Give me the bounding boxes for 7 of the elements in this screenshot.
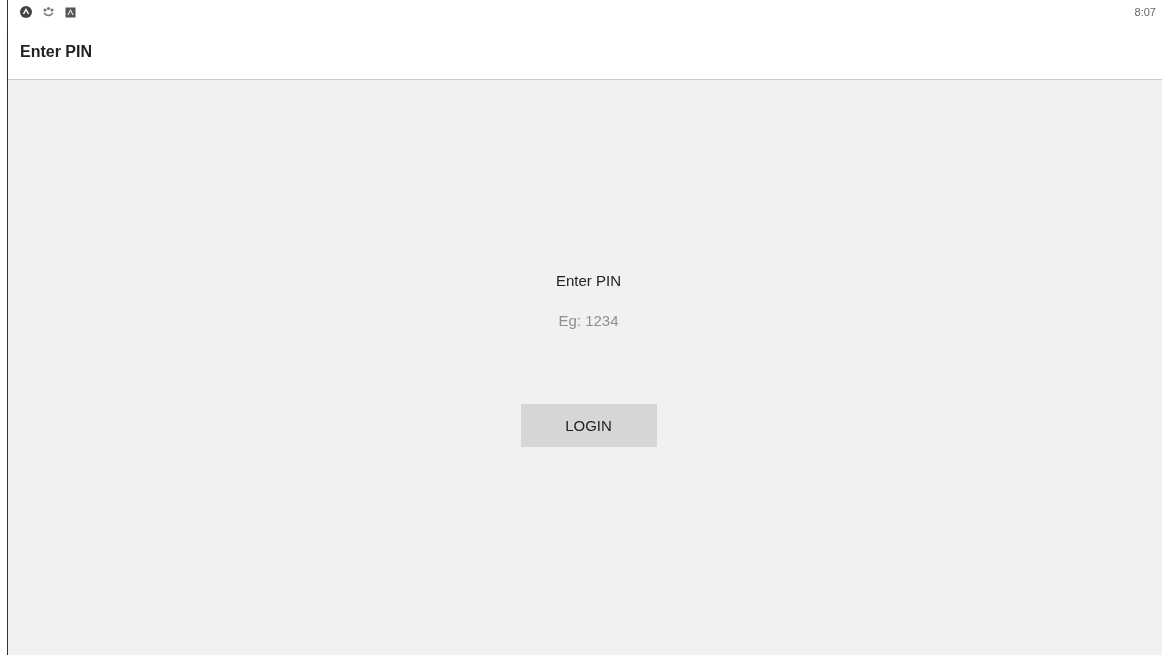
clock-time: 8:07	[1134, 6, 1156, 18]
circle-caret-icon	[20, 6, 32, 18]
login-button[interactable]: LOGIN	[520, 404, 657, 447]
pin-field[interactable]: Eg: 1234	[518, 311, 659, 331]
pin-label: Enter PIN	[556, 271, 621, 291]
screen-title: Enter PIN	[20, 42, 92, 61]
square-icon	[65, 6, 76, 18]
